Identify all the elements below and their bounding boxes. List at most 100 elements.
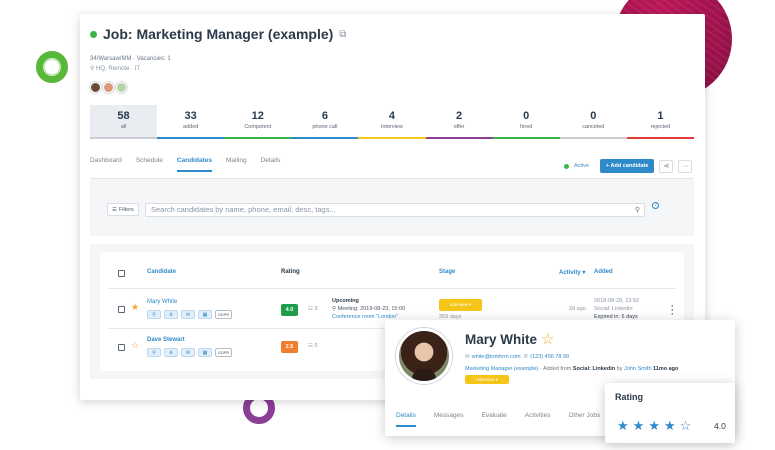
- email-icon[interactable]: ✉: [181, 348, 195, 357]
- stat-label: all: [120, 124, 127, 130]
- external-link-icon[interactable]: ⧉: [339, 29, 346, 40]
- favorite-star-icon[interactable]: ★: [131, 302, 139, 313]
- search-input[interactable]: Search candidates by name, phone, email,…: [145, 203, 645, 217]
- job-meta-line2: ⚲ HQ, Remote · IT: [90, 66, 141, 72]
- tab-dashboard[interactable]: Dashboard: [90, 157, 122, 172]
- favorite-star-outline-icon[interactable]: ☆: [541, 330, 554, 348]
- stat-count: 4: [388, 110, 396, 122]
- stat-phone-call[interactable]: 6 phone call: [291, 105, 359, 139]
- calendar-icon[interactable]: ▦: [198, 348, 212, 357]
- star-empty-icon[interactable]: ☆: [680, 418, 692, 434]
- candidate-quick-actions: ⚲ ⋔ ✉ ▦ GDPR: [147, 310, 232, 319]
- avatar[interactable]: [90, 82, 101, 93]
- stat-label: rejected: [650, 124, 671, 130]
- profile-added-when: 11mo ago: [651, 366, 679, 372]
- star-filled-icon[interactable]: ★: [664, 418, 676, 434]
- star-filled-icon[interactable]: ★: [633, 418, 645, 434]
- avatar[interactable]: [103, 82, 114, 93]
- row-menu-icon[interactable]: · · ·: [671, 302, 674, 319]
- tab-candidates[interactable]: Candidates: [176, 157, 212, 172]
- profile-tabs: Details Messages Evaluate Activities Other J…: [396, 412, 600, 427]
- search-placeholder: Search candidates by name, phone, email,…: [151, 205, 336, 214]
- tab-details[interactable]: Details: [261, 157, 281, 172]
- profile-added-source: Social: Linkedin: [572, 366, 616, 372]
- stat-hired[interactable]: 0 hired: [492, 105, 560, 139]
- gdpr-badge[interactable]: GDPR: [215, 310, 232, 319]
- profile-email[interactable]: white@tomhrm.com: [472, 354, 521, 360]
- profile-stage-badge[interactable]: Interview ▾: [465, 375, 509, 384]
- search-icon[interactable]: ⚲: [147, 348, 161, 357]
- stat-label: interview: [381, 124, 403, 130]
- stat-label: canceled: [582, 124, 605, 130]
- candidate-name[interactable]: Mary White: [147, 299, 177, 305]
- notes-count-value: 3: [314, 306, 318, 312]
- stat-competent[interactable]: 12 Competent: [224, 105, 292, 139]
- row-checkbox[interactable]: [118, 306, 125, 313]
- filter-icon: ☰: [112, 206, 117, 213]
- candidate-name[interactable]: Dave Stewart: [147, 337, 185, 343]
- notes-count: ☷ 0: [308, 343, 318, 349]
- column-header-added[interactable]: Added: [594, 269, 613, 275]
- notes-count: ☷ 3: [308, 306, 318, 312]
- profile-job-link[interactable]: Marketing Manager (example): [465, 366, 538, 372]
- column-header-rating: Rating: [281, 269, 300, 275]
- column-header-activity[interactable]: Activity ▾: [559, 269, 585, 276]
- profile-phone[interactable]: (123) 456 78 99: [530, 354, 569, 360]
- column-header-stage[interactable]: Stage: [439, 269, 455, 275]
- added-from-prefix: · Added from: [538, 366, 573, 372]
- rating-badge[interactable]: 2.5: [281, 341, 298, 353]
- row-checkbox[interactable]: [118, 344, 125, 351]
- rating-stars[interactable]: ★ ★ ★ ★ ☆: [617, 418, 691, 434]
- tree-icon[interactable]: ⋔: [164, 310, 178, 319]
- profile-added-by[interactable]: John Smith: [624, 366, 652, 372]
- pipeline-stats: 58 all 33 added 12 Competent 6 phone call 4 inter…: [90, 105, 694, 139]
- more-icon[interactable]: ···: [678, 159, 693, 173]
- decorative-ring-green: [36, 51, 68, 83]
- email-icon[interactable]: ✉: [181, 310, 195, 319]
- profile-tab-messages[interactable]: Messages: [434, 412, 464, 427]
- calendar-icon[interactable]: ▦: [198, 310, 212, 319]
- profile-tab-other-jobs[interactable]: Other Jobs: [568, 412, 600, 427]
- candidate-quick-actions: ⚲ ⋔ ✉ ▦ GDPR: [147, 348, 232, 357]
- add-candidate-button[interactable]: + Add candidate: [599, 159, 655, 173]
- stat-label: hired: [520, 124, 533, 130]
- help-icon[interactable]: ?: [652, 202, 659, 209]
- star-filled-icon[interactable]: ★: [648, 418, 660, 434]
- share-icon[interactable]: ⋖: [659, 159, 674, 173]
- profile-contact: ✉ white@tomhrm.com ✆ (123) 456 78 99: [465, 354, 569, 360]
- upcoming-meeting-text: Meeting: 2019-08-23, 15:00: [337, 306, 406, 312]
- job-status-dot: [90, 30, 97, 38]
- stat-rejected[interactable]: 1 rejected: [626, 105, 694, 139]
- stat-interview[interactable]: 4 interview: [358, 105, 426, 139]
- job-title: Job: Marketing Manager (example): [103, 26, 334, 42]
- column-header-candidate[interactable]: Candidate: [147, 269, 176, 275]
- gdpr-badge[interactable]: GDPR: [215, 348, 232, 357]
- candidate-photo: [396, 328, 452, 384]
- tab-mailing[interactable]: Mailing: [226, 157, 247, 172]
- stat-count: 2: [456, 110, 463, 122]
- favorite-star-outline-icon[interactable]: ☆: [131, 340, 139, 351]
- tree-icon[interactable]: ⋔: [164, 348, 178, 357]
- active-status-label[interactable]: Active: [574, 163, 589, 169]
- search-icon[interactable]: ⚲: [635, 206, 640, 214]
- profile-tab-details[interactable]: Details: [396, 412, 416, 427]
- stat-all[interactable]: 58 all: [90, 105, 158, 139]
- select-all-checkbox[interactable]: [118, 270, 125, 277]
- tab-schedule[interactable]: Schedule: [136, 157, 163, 172]
- star-filled-icon[interactable]: ★: [617, 418, 629, 434]
- profile-tab-evaluate[interactable]: Evaluate: [482, 412, 507, 427]
- avatar[interactable]: [116, 82, 127, 93]
- stat-label: phone call: [312, 124, 338, 130]
- stat-canceled[interactable]: 0 canceled: [559, 105, 627, 139]
- search-icon[interactable]: ⚲: [147, 310, 161, 319]
- rating-popup-value: 4.0: [714, 421, 726, 431]
- rating-badge[interactable]: 4.0: [281, 304, 298, 316]
- job-actions: Active + Add candidate ⋖ ···: [564, 159, 693, 173]
- stat-label: added: [183, 124, 199, 130]
- rating-popup: Rating ★ ★ ★ ★ ☆ 4.0: [605, 383, 735, 443]
- stat-added[interactable]: 33 added: [157, 105, 225, 139]
- stat-offer[interactable]: 2 offer: [425, 105, 493, 139]
- profile-tab-activities[interactable]: Activities: [525, 412, 551, 427]
- stage-badge[interactable]: Interview ▾: [439, 299, 482, 311]
- filters-button[interactable]: ☰ Filters: [107, 203, 139, 216]
